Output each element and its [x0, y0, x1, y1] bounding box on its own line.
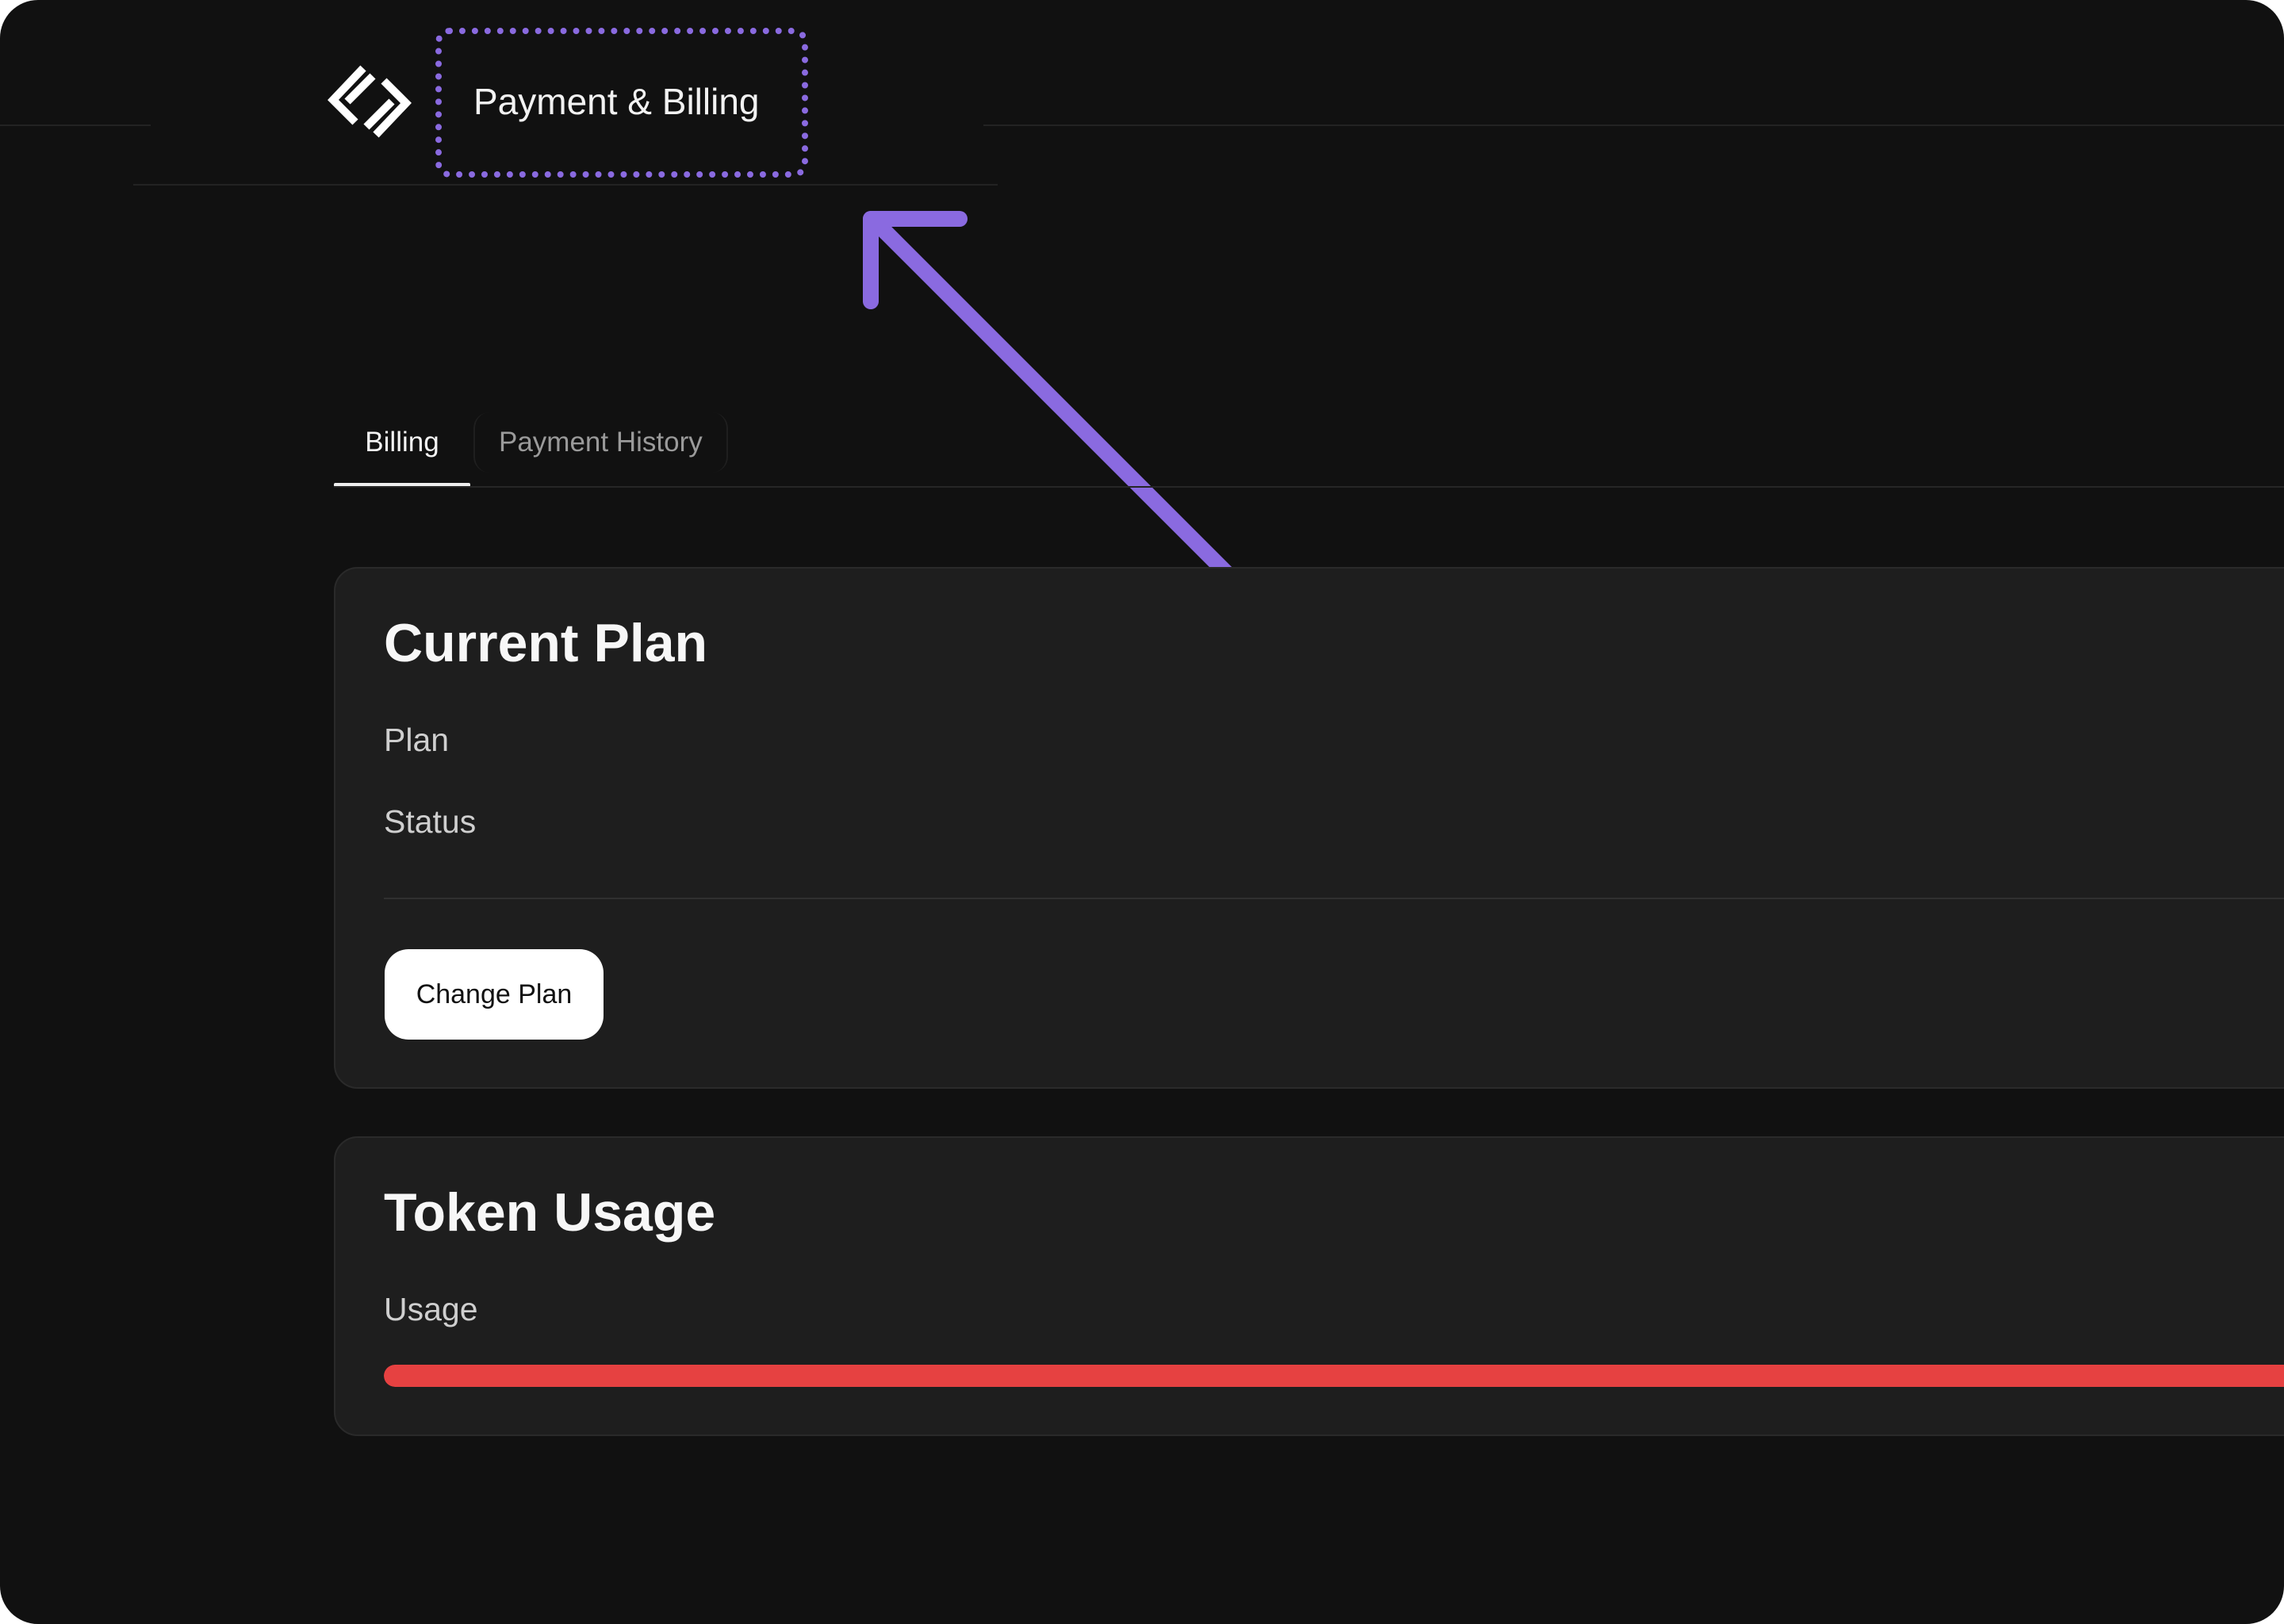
header-divider-right — [983, 124, 2284, 126]
billing-tabs: Billing Payment History — [334, 412, 2284, 488]
status-label: Status — [384, 803, 477, 840]
tab-billing-label: Billing — [365, 427, 439, 458]
header-divider-left — [0, 124, 151, 126]
tabs-divider — [334, 486, 2284, 488]
token-usage-title: Token Usage — [384, 1182, 716, 1243]
tab-payment-history-label: Payment History — [499, 427, 703, 458]
header-divider — [133, 184, 998, 186]
usage-label: Usage — [384, 1291, 478, 1327]
app-window: Payment & Billing Billing Payment Histor… — [0, 0, 2284, 1624]
tab-payment-history[interactable]: Payment History — [473, 412, 728, 473]
tab-billing[interactable]: Billing — [334, 412, 470, 487]
usage-progress-bar — [384, 1365, 2284, 1387]
plan-label: Plan — [384, 722, 450, 758]
brand-logo-icon[interactable] — [324, 62, 416, 141]
token-usage-card: Token Usage Usage — [334, 1136, 2284, 1436]
current-plan-card: Current Plan Plan Status Change Plan — [334, 567, 2284, 1089]
highlight-annotation-box — [435, 28, 808, 178]
card-divider — [384, 898, 2284, 899]
usage-progress-fill — [384, 1365, 2284, 1387]
change-plan-button[interactable]: Change Plan — [385, 949, 604, 1040]
current-plan-title: Current Plan — [384, 613, 708, 673]
